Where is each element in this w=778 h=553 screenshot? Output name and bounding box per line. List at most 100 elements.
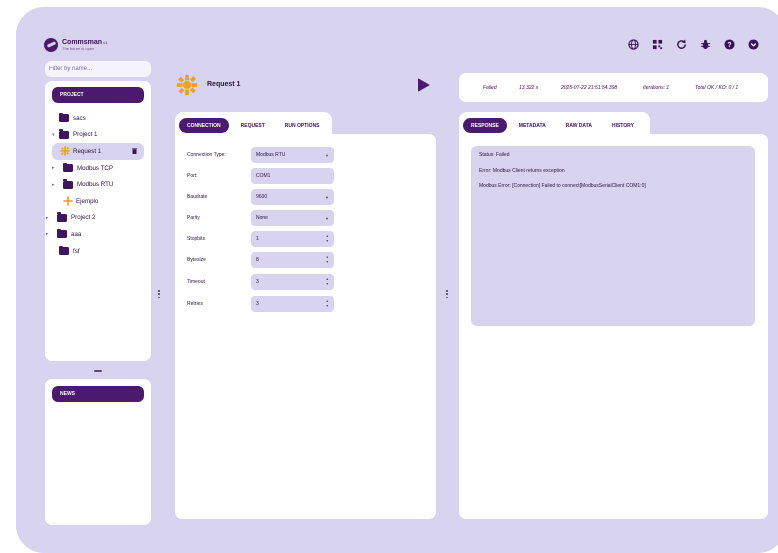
field-label: Port: [187, 173, 198, 179]
response-line: Status: Failed [479, 152, 510, 158]
status-timestamp: 2025-07-22 21:51:54.398 [561, 84, 618, 91]
brand-suffix: v1 [103, 40, 108, 45]
connection-type-select[interactable]: Modbus RTU ▼ [251, 147, 334, 163]
brand-logo-icon [44, 38, 58, 52]
tab-raw-data[interactable]: RAW DATA [558, 118, 600, 133]
top-toolbar: ? [627, 38, 760, 51]
tree-item-aaa[interactable]: ▸ aaa [46, 226, 144, 243]
request-tabs: CONNECTION REQUEST RUN OPTIONS [175, 112, 332, 135]
tree-item-label: Ejemplo [76, 197, 99, 205]
stepper-arrows-icon[interactable]: ▲ ▼ [326, 277, 329, 287]
tree-item-fsf[interactable]: fsf [52, 243, 144, 260]
tab-run-options[interactable]: RUN OPTIONS [277, 118, 328, 133]
news-header: NEWS [52, 386, 144, 402]
tree-item-project-1[interactable]: ▾ Project 1 [52, 127, 144, 144]
baudrate-select[interactable]: 9600 ▼ [251, 189, 334, 205]
svg-text:?: ? [727, 42, 731, 49]
left-resize-handle[interactable] [158, 290, 160, 298]
folder-icon [59, 245, 69, 256]
folder-icon [63, 179, 73, 189]
folder-icon [57, 228, 67, 239]
tree-item-label: Modbus RTU [77, 181, 114, 189]
globe-icon[interactable] [627, 38, 640, 51]
trash-icon[interactable] [132, 148, 137, 156]
refresh-icon[interactable] [675, 38, 688, 51]
timeout-stepper[interactable]: 3 ▲ ▼ [251, 274, 334, 290]
parity-select[interactable]: None ▼ [251, 210, 334, 226]
form-row-baudrate: Baudrate 9600 ▼ [187, 189, 334, 205]
sidebar-resize-handle[interactable] [94, 370, 102, 372]
chevron-down-icon[interactable]: ▾ [52, 132, 59, 138]
filter-input[interactable] [45, 61, 151, 77]
stepper-arrows-icon[interactable]: ▲ ▼ [326, 255, 329, 265]
tree-item-sacs[interactable]: sacs [52, 110, 144, 127]
tree-item-label: Project 2 [71, 214, 96, 222]
form-row-stopbits: Stopbits 1 ▲ ▼ [187, 231, 334, 247]
status-result: Failed [483, 84, 497, 91]
tree-item-ejemplo[interactable]: Ejemplo [52, 193, 144, 210]
chevron-down-circle-icon[interactable] [747, 38, 760, 51]
tab-history[interactable]: HISTORY [604, 118, 642, 133]
bytesize-stepper[interactable]: 8 ▲ ▼ [251, 252, 334, 268]
tree-item-project-2[interactable]: ▸ Project 2 [46, 210, 144, 227]
tab-response[interactable]: RESPONSE [463, 118, 507, 133]
response-line: Error: Modbus Client returns exception [479, 167, 565, 174]
tree-item-label: Project 1 [73, 131, 98, 139]
tab-connection[interactable]: CONNECTION [179, 118, 229, 133]
tree-item-modbus-rtu[interactable]: ▸ Modbus RTU [52, 176, 144, 193]
field-label: Parity [187, 215, 200, 221]
folder-icon [63, 162, 73, 173]
retries-stepper[interactable]: 3 ▲ ▼ [251, 296, 334, 312]
chevron-right-icon[interactable]: ▸ [46, 231, 53, 237]
tree-item-label: aaa [71, 230, 82, 238]
form-row-retries: Retries 3 ▲ ▼ [187, 296, 334, 312]
brand: Commsmanv1 The future is open [44, 38, 107, 52]
response-output: Status: Failed Error: Modbus Client retu… [471, 146, 755, 326]
status-iterations: Iterations: 1 [643, 84, 670, 91]
form-row-connection-type: Connection Type: Modbus RTU ▼ [187, 147, 334, 163]
status-bar: Failed 13.322 s 2025-07-22 21:51:54.398 … [459, 73, 768, 102]
qr-icon[interactable] [651, 38, 664, 51]
tree-item-request-1[interactable]: Request 1 [52, 143, 144, 160]
tree-item-label: Modbus TCP [77, 164, 113, 172]
chevron-down-icon: ▼ [325, 152, 329, 158]
field-label: Stopbits [187, 236, 206, 242]
chevron-right-icon[interactable]: ▸ [52, 182, 59, 188]
form-row-timeout: Timeout 3 ▲ ▼ [187, 274, 334, 290]
field-label: Connection Type: [187, 152, 226, 158]
tree-item-label: Request 1 [73, 147, 102, 155]
request-icon [60, 146, 70, 157]
tab-metadata[interactable]: METADATA [511, 118, 554, 133]
tab-request[interactable]: REQUEST [233, 118, 273, 133]
folder-icon [57, 212, 67, 222]
field-label: Timeout [187, 279, 205, 285]
brand-name: Commsman [62, 39, 103, 46]
status-total: Total OK / KO: 0 / 1 [695, 84, 739, 91]
stopbits-stepper[interactable]: 1 ▲ ▼ [251, 231, 334, 247]
request-icon [63, 196, 73, 206]
chevron-down-icon: ▼ [325, 194, 329, 200]
response-tabs: RESPONSE METADATA RAW DATA HISTORY [459, 112, 650, 135]
folder-icon [59, 112, 69, 123]
stepper-arrows-icon[interactable]: ▲ ▼ [326, 234, 329, 244]
project-header: PROJECT [52, 87, 144, 103]
bug-icon[interactable] [699, 38, 712, 51]
brand-tagline: The future is open [62, 46, 95, 51]
help-icon[interactable]: ? [723, 38, 736, 51]
middle-resize-handle[interactable] [446, 290, 448, 298]
field-label: Retries [187, 301, 203, 307]
tree-item-modbus-tcp[interactable]: ▸ Modbus TCP [52, 160, 144, 177]
run-button[interactable] [417, 78, 430, 97]
chevron-right-icon[interactable]: ▸ [46, 215, 53, 221]
port-field[interactable]: COM1 [251, 168, 334, 184]
form-row-bytesize: Bytesize 8 ▲ ▼ [187, 252, 334, 268]
tree-item-label: fsf [73, 247, 80, 255]
folder-icon [59, 129, 69, 139]
stepper-arrows-icon[interactable]: ▲ ▼ [326, 299, 329, 309]
project-tree: sacs ▾ Project 1 Request 1 ▸ Modbus TCP … [46, 110, 144, 260]
field-label: Bytesize [187, 257, 206, 263]
request-title[interactable]: Request 1 [207, 81, 240, 88]
chevron-right-icon[interactable]: ▸ [52, 165, 59, 171]
status-duration: 13.322 s [519, 84, 539, 91]
request-title-icon [176, 74, 198, 101]
